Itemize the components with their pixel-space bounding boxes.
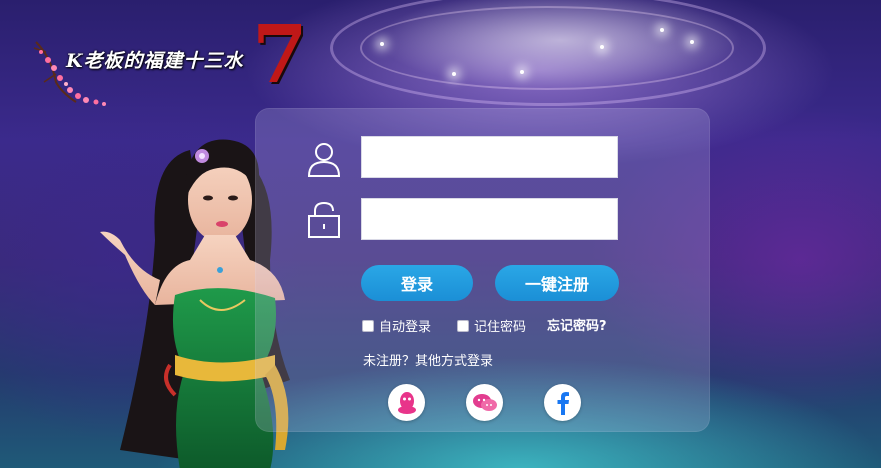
lock-icon: [308, 201, 340, 238]
wechat-icon: [472, 393, 497, 411]
sparkle-icon: [520, 70, 524, 74]
remember-password-checkbox[interactable]: [457, 319, 469, 332]
auto-login-label: 自动登录: [379, 320, 432, 335]
qq-icon: [397, 391, 416, 414]
auto-login-checkbox[interactable]: [362, 319, 374, 332]
stage-light-ring-inner: [360, 6, 734, 90]
password-input[interactable]: [361, 198, 618, 240]
username-input[interactable]: [361, 136, 618, 178]
login-button[interactable]: 登录: [361, 265, 473, 301]
other-login-text: 未注册？其他方式登录: [363, 354, 494, 369]
sparkle-icon: [452, 72, 456, 76]
facebook-icon: [557, 391, 569, 415]
user-icon: [307, 143, 341, 177]
login-screen: K老板的福建十三水 7 登录 一键注册 自动登录 记住密码 忘记密码? 未注册？…: [0, 0, 881, 468]
logo-seven-mark: 7: [252, 7, 308, 101]
facebook-login-button[interactable]: [544, 384, 581, 421]
qq-login-button[interactable]: [388, 384, 425, 421]
quick-register-button[interactable]: 一键注册: [495, 265, 619, 301]
forgot-password-link[interactable]: 忘记密码?: [547, 315, 607, 334]
sparkle-icon: [380, 42, 384, 46]
sparkle-icon: [660, 28, 664, 32]
sparkle-icon: [690, 40, 694, 44]
remember-password-label: 记住密码: [474, 320, 527, 335]
game-logo: K老板的福建十三水 7: [26, 12, 326, 112]
auto-login-option[interactable]: 自动登录: [362, 316, 431, 335]
sparkle-icon: [600, 45, 604, 49]
game-title: K老板的福建十三水: [66, 50, 244, 72]
wechat-login-button[interactable]: [466, 384, 503, 421]
remember-password-option[interactable]: 记住密码: [457, 316, 526, 335]
